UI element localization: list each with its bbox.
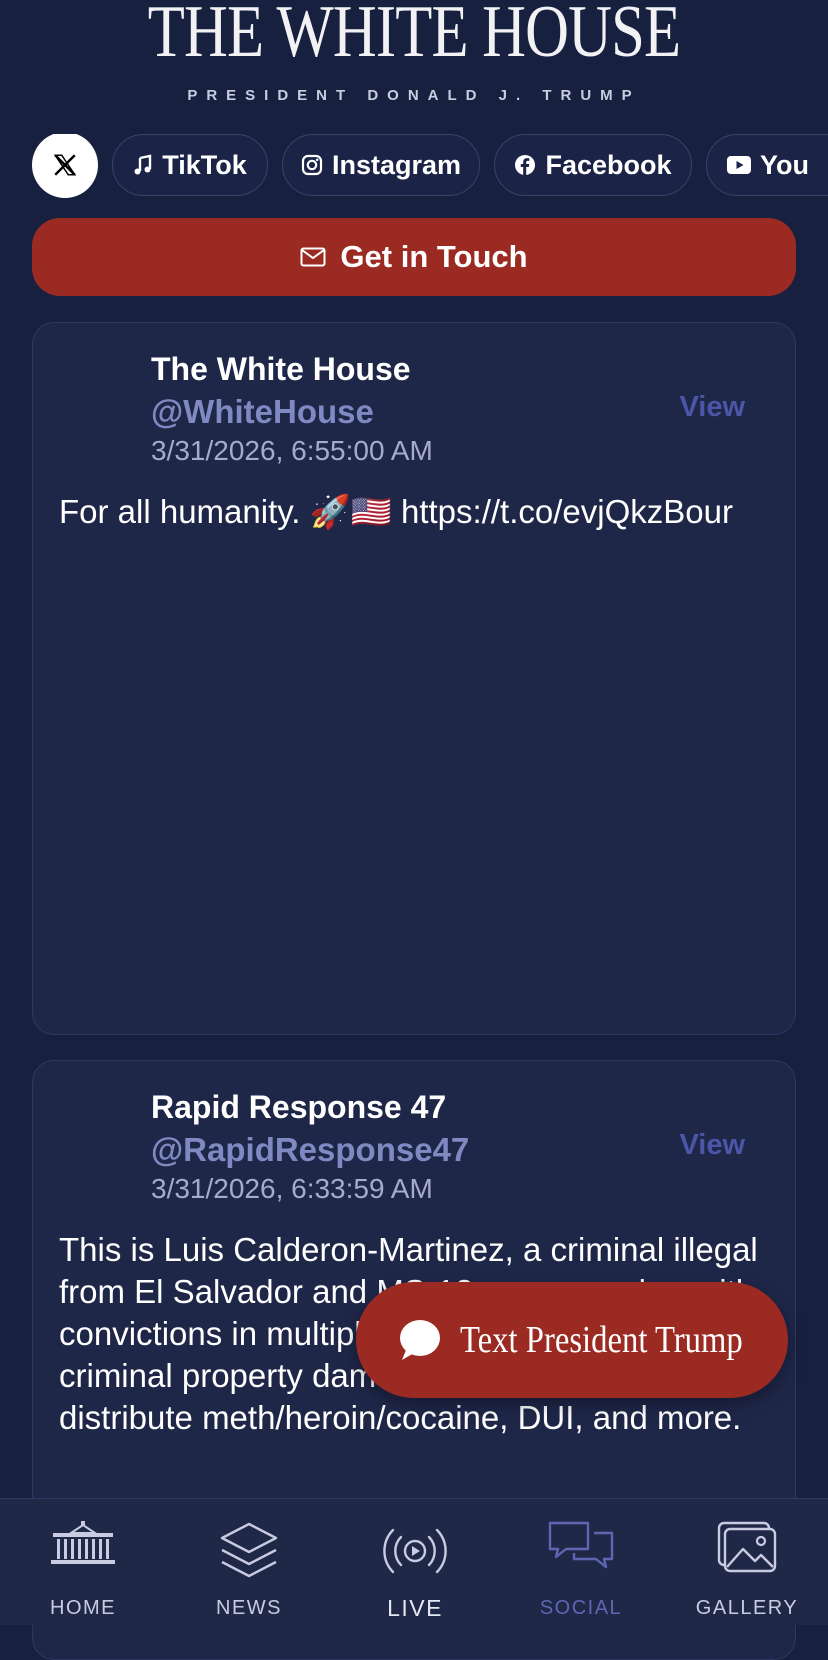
x-link-button[interactable] bbox=[32, 134, 98, 198]
bottom-nav: HOME NEWS LIVE SOCIAL GALLERY bbox=[0, 1498, 828, 1625]
chat-bubble-icon bbox=[398, 1318, 442, 1362]
post-text: For all humanity. 🚀🇺🇸 https://t.co/evjQk… bbox=[59, 493, 733, 530]
youtube-link-button[interactable]: You bbox=[706, 134, 828, 196]
music-note-icon bbox=[133, 154, 153, 176]
post-author-name: Rapid Response 47 bbox=[151, 1089, 447, 1125]
nav-news[interactable]: NEWS bbox=[166, 1499, 332, 1625]
post-author-handle[interactable]: @RapidResponse47 bbox=[151, 1131, 469, 1169]
layers-icon bbox=[166, 1521, 332, 1583]
nav-home[interactable]: HOME bbox=[0, 1499, 166, 1625]
youtube-label: You bbox=[760, 149, 809, 180]
nav-social-label: SOCIAL bbox=[539, 1597, 623, 1619]
facebook-label: Facebook bbox=[545, 149, 672, 180]
nav-news-label: NEWS bbox=[216, 1597, 282, 1619]
nav-live[interactable]: LIVE bbox=[332, 1499, 498, 1625]
view-post-link[interactable]: View bbox=[679, 391, 745, 424]
post-author-handle[interactable]: @WhiteHouse bbox=[151, 393, 374, 431]
tiktok-label: TikTok bbox=[162, 149, 247, 180]
chat-bubbles-icon bbox=[498, 1521, 664, 1573]
site-title: THE WHITE HOUSE bbox=[147, 0, 681, 73]
facebook-icon bbox=[514, 154, 536, 176]
mail-icon bbox=[300, 247, 326, 267]
instagram-icon bbox=[301, 154, 323, 176]
facebook-link-button[interactable]: Facebook bbox=[494, 134, 692, 196]
post-date: 3/31/2026, 6:55:00 AM bbox=[151, 435, 433, 466]
view-post-link[interactable]: View bbox=[679, 1129, 745, 1162]
get-in-touch-button[interactable]: Get in Touch bbox=[32, 218, 796, 296]
nav-social[interactable]: SOCIAL bbox=[498, 1499, 664, 1625]
header: THE WHITE HOUSE PRESIDENT DONALD J. TRUM… bbox=[0, 0, 828, 120]
nav-live-label: LIVE bbox=[387, 1595, 443, 1621]
instagram-link-button[interactable]: Instagram bbox=[282, 134, 480, 196]
text-president-label: Text President Trump bbox=[460, 1319, 743, 1361]
instagram-label: Instagram bbox=[331, 149, 462, 180]
gallery-icon bbox=[664, 1521, 828, 1573]
post-card: The White House @WhiteHouse 3/31/2026, 6… bbox=[32, 322, 796, 1035]
site-subtitle: PRESIDENT DONALD J. TRUMP bbox=[187, 87, 641, 104]
get-in-touch-label: Get in Touch bbox=[340, 239, 528, 274]
tiktok-link-button[interactable]: TikTok bbox=[112, 134, 268, 196]
x-logo-icon bbox=[52, 152, 78, 178]
nav-gallery-label: GALLERY bbox=[695, 1597, 799, 1619]
text-president-button[interactable]: Text President Trump bbox=[356, 1282, 788, 1398]
nav-gallery[interactable]: GALLERY bbox=[664, 1499, 828, 1625]
post-date: 3/31/2026, 6:33:59 AM bbox=[151, 1173, 433, 1204]
youtube-icon bbox=[727, 156, 751, 174]
social-links-row: TikTok Instagram Facebook You bbox=[32, 134, 828, 198]
white-house-icon bbox=[0, 1521, 166, 1567]
post-author-name: The White House bbox=[151, 351, 411, 387]
nav-home-label: HOME bbox=[50, 1597, 116, 1619]
broadcast-icon bbox=[332, 1521, 498, 1581]
